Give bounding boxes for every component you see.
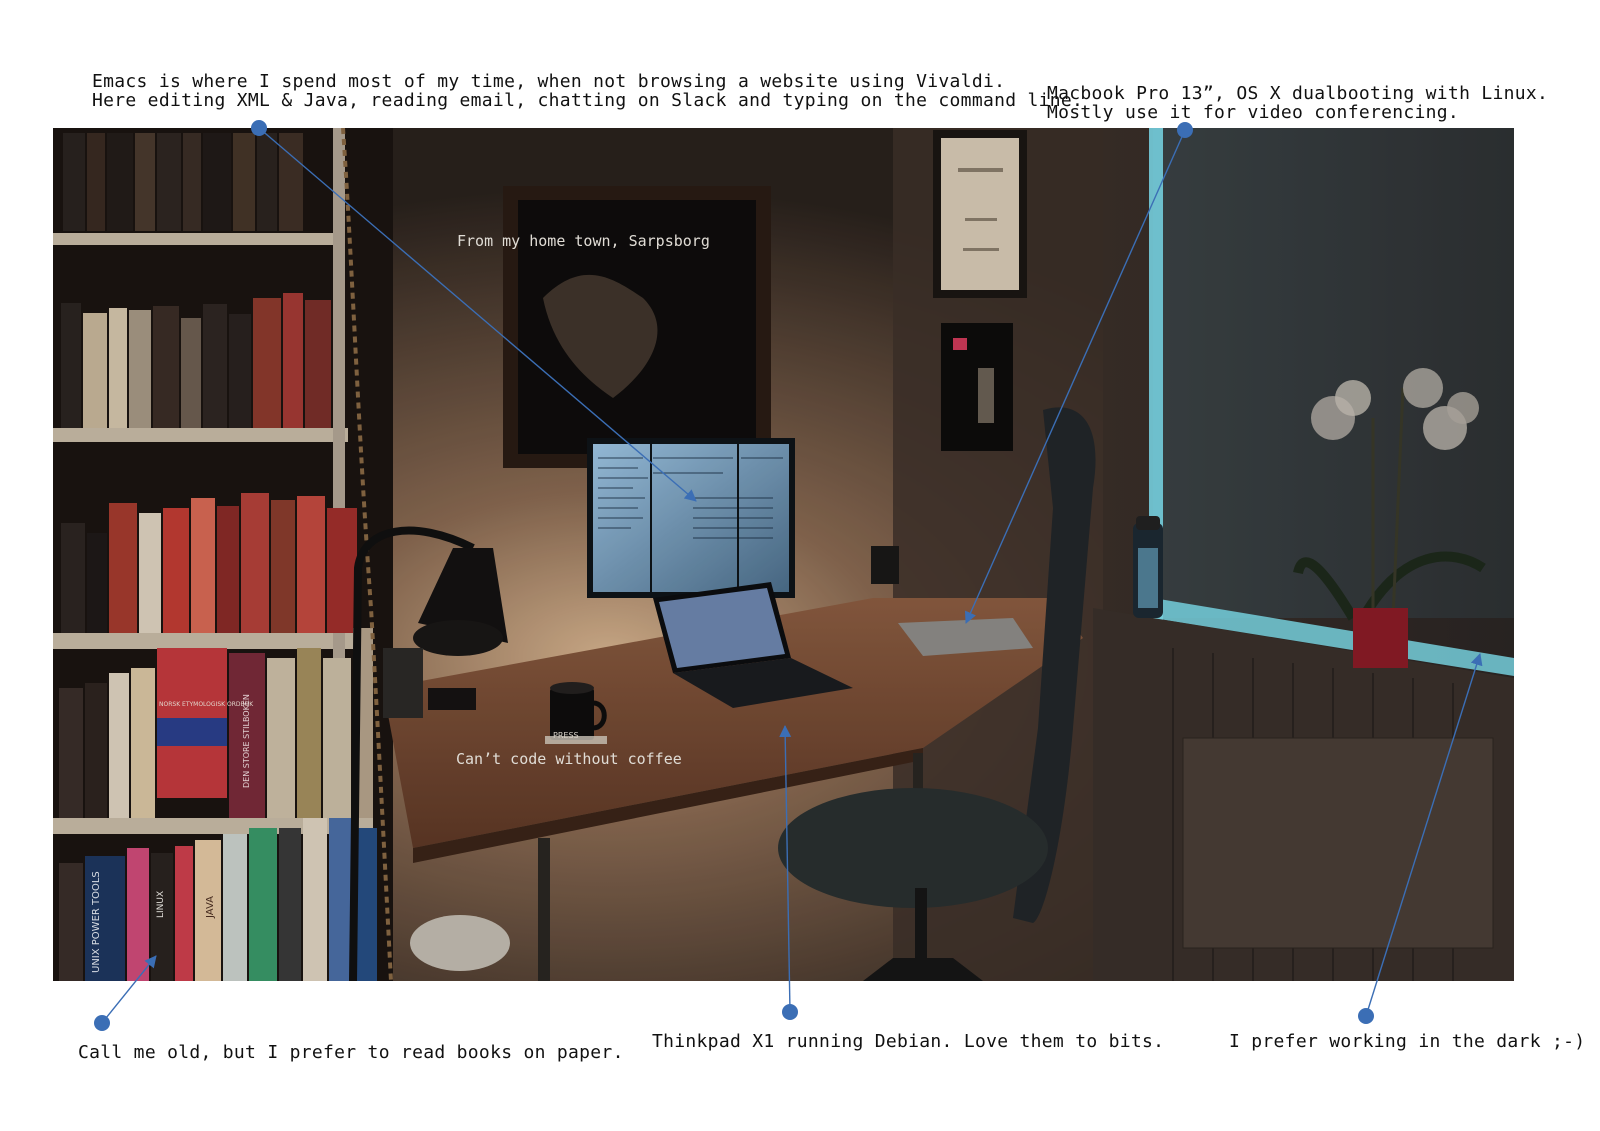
- arrow-dark-dot: [1358, 1008, 1374, 1024]
- arrow-thinkpad-dot: [782, 1004, 798, 1020]
- caption-macbook-line2: Mostly use it for video conferencing.: [1047, 102, 1460, 123]
- caption-emacs-line1: Emacs is where I spend most of my time, …: [92, 71, 1006, 92]
- caption-dark: I prefer working in the dark ;-): [1229, 1031, 1586, 1052]
- arrow-books-dot: [94, 1015, 110, 1031]
- desk-photo-illustration: From my home town, Sarpsborg UNIX POWER …: [53, 128, 1514, 981]
- caption-books: Call me old, but I prefer to read books …: [78, 1042, 624, 1063]
- caption-macbook-line1: Macbook Pro 13”, OS X dualbooting with L…: [1047, 83, 1549, 104]
- caption-macbook: Macbook Pro 13”, OS X dualbooting with L…: [1047, 84, 1548, 122]
- desk-photo: From my home town, Sarpsborg UNIX POWER …: [53, 128, 1514, 981]
- caption-thinkpad: Thinkpad X1 running Debian. Love them to…: [652, 1031, 1165, 1052]
- caption-emacs-line2: Here editing XML & Java, reading email, …: [92, 90, 1084, 111]
- caption-emacs: Emacs is where I spend most of my time, …: [92, 72, 1083, 110]
